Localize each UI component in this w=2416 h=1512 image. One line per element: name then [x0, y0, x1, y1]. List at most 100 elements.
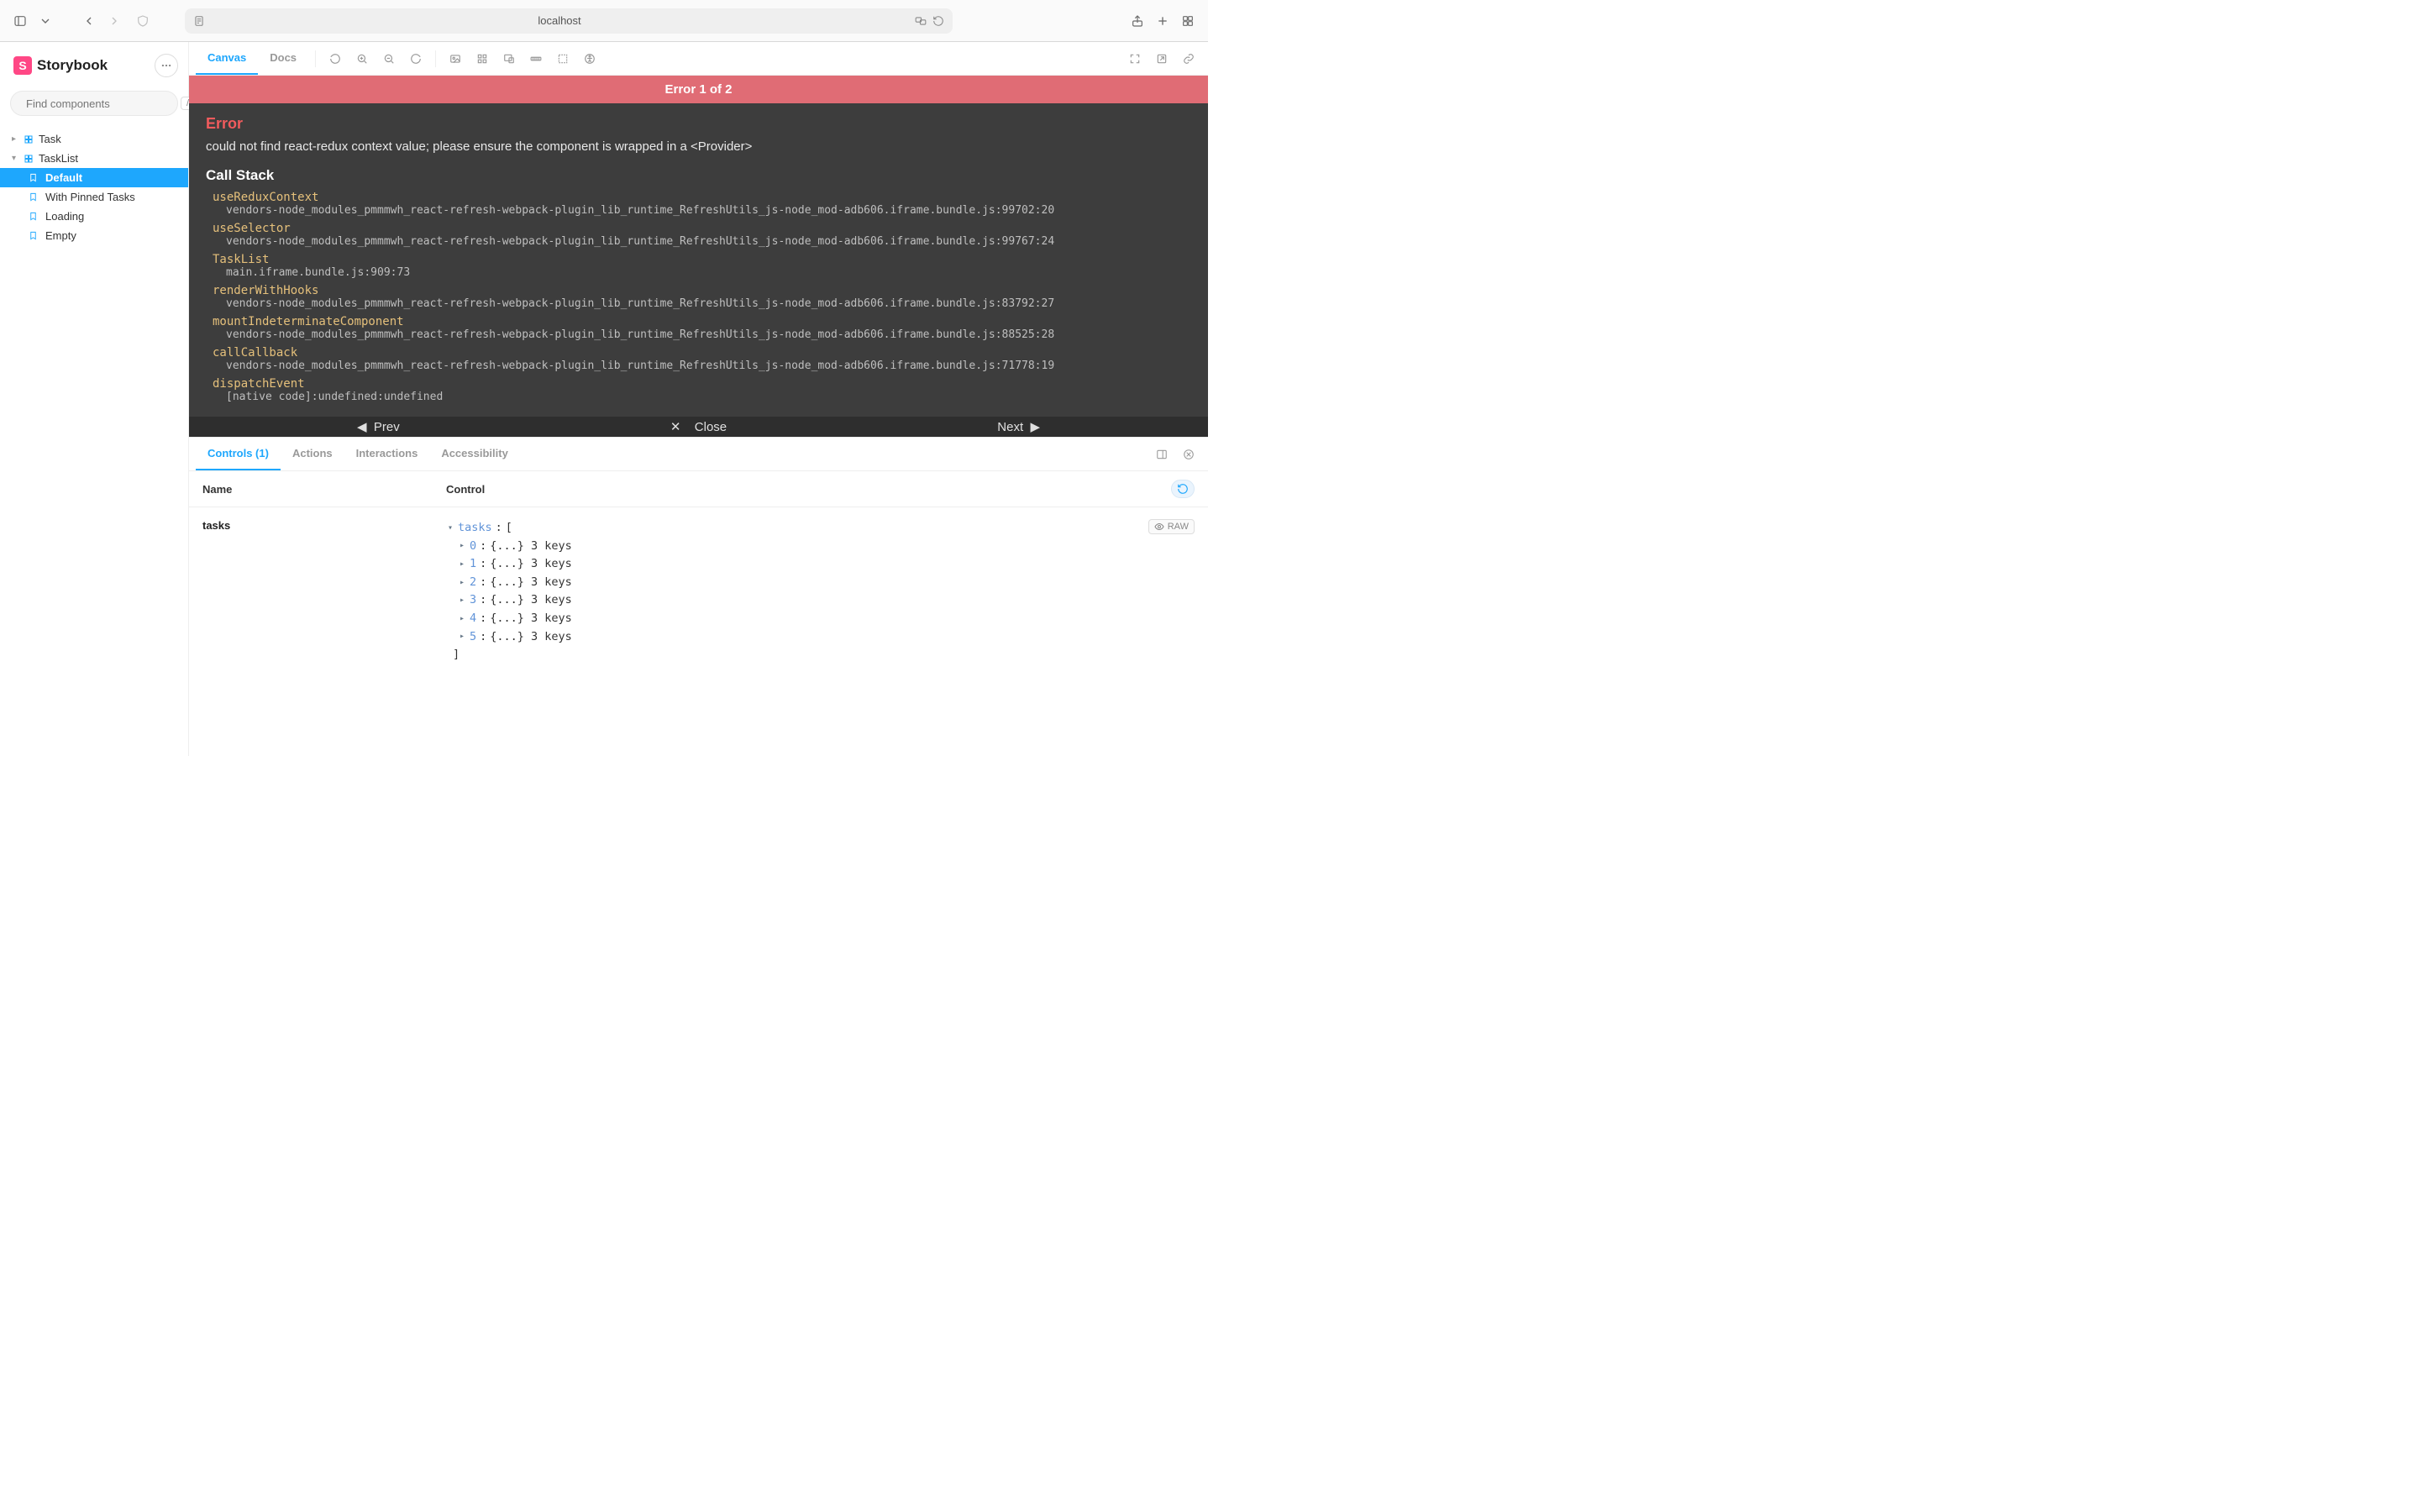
- panel-position-icon[interactable]: [1149, 442, 1174, 467]
- address-url: localhost: [205, 14, 914, 27]
- json-item[interactable]: ▸2 : {...} 3 keys: [446, 574, 1195, 592]
- storybook-logo-badge: S: [13, 56, 32, 75]
- zoom-in-icon[interactable]: [349, 46, 375, 71]
- outline-icon[interactable]: [550, 46, 575, 71]
- nav-forward-button[interactable]: [102, 9, 126, 33]
- zoom-out-icon[interactable]: [376, 46, 402, 71]
- chevron-right-icon: ▸: [12, 134, 18, 144]
- storybook-logo-text: Storybook: [37, 57, 108, 74]
- addons-panel: Controls (1) Actions Interactions Access…: [189, 437, 1208, 756]
- chevron-right-icon: ▸: [458, 576, 466, 590]
- story-label: With Pinned Tasks: [45, 191, 135, 203]
- story-empty[interactable]: Empty: [0, 226, 188, 245]
- sidebar-toggle-icon[interactable]: [8, 9, 32, 33]
- story-default[interactable]: Default: [0, 168, 188, 187]
- search-input[interactable]: [26, 97, 174, 110]
- tabs-overview-icon[interactable]: [1176, 9, 1200, 33]
- callstack-location: main.iframe.bundle.js:909:73: [206, 266, 1191, 279]
- tree-component-tasklist[interactable]: ▾ TaskList: [0, 149, 188, 168]
- sidebar-menu-button[interactable]: [155, 54, 178, 77]
- json-item[interactable]: ▸5 : {...} 3 keys: [446, 628, 1195, 647]
- callstack-title: Call Stack: [206, 167, 1191, 184]
- story-label: Empty: [45, 229, 76, 242]
- json-root[interactable]: ▾ tasks : [: [446, 519, 1195, 538]
- callstack-function: TaskList: [206, 253, 1191, 266]
- canvas-toolbar: Canvas Docs: [189, 42, 1208, 76]
- bookmark-icon: [29, 173, 39, 182]
- chevron-down-icon: ▾: [12, 154, 18, 163]
- new-tab-icon[interactable]: [1151, 9, 1174, 33]
- translate-icon[interactable]: [914, 15, 927, 27]
- callstack-function: useSelector: [206, 222, 1191, 235]
- callstack-function: useReduxContext: [206, 191, 1191, 204]
- error-next-button[interactable]: Next ▶: [997, 419, 1040, 434]
- close-panel-icon[interactable]: [1176, 442, 1201, 467]
- error-prev-button[interactable]: ◀ Prev: [357, 419, 400, 434]
- json-item[interactable]: ▸1 : {...} 3 keys: [446, 555, 1195, 574]
- open-new-tab-icon[interactable]: [1149, 46, 1174, 71]
- accessibility-vision-icon[interactable]: [577, 46, 602, 71]
- json-tree[interactable]: ▾ tasks : [ ▸0 : {...} 3 keys▸1 : {...} …: [446, 519, 1195, 664]
- json-item[interactable]: ▸4 : {...} 3 keys: [446, 610, 1195, 628]
- tree-component-task[interactable]: ▸ Task: [0, 129, 188, 149]
- error-title: Error: [206, 115, 1191, 133]
- grid-icon[interactable]: [470, 46, 495, 71]
- tree-label: Task: [39, 133, 61, 145]
- tab-controls[interactable]: Controls (1): [196, 438, 281, 470]
- error-banner: Error 1 of 2: [189, 76, 1208, 103]
- raw-toggle[interactable]: RAW: [1148, 519, 1195, 534]
- address-bar[interactable]: localhost: [185, 8, 953, 34]
- zoom-reset-icon[interactable]: [403, 46, 428, 71]
- callstack-location: vendors-node_modules_pmmmwh_react-refres…: [206, 328, 1191, 341]
- callstack-location: vendors-node_modules_pmmmwh_react-refres…: [206, 204, 1191, 217]
- tab-canvas[interactable]: Canvas: [196, 42, 258, 75]
- search-input-wrapper[interactable]: /: [10, 91, 178, 116]
- callstack-function: dispatchEvent: [206, 377, 1191, 391]
- copy-link-icon[interactable]: [1176, 46, 1201, 71]
- main-area: Canvas Docs: [189, 42, 1208, 756]
- callstack-function: mountIndeterminateComponent: [206, 315, 1191, 328]
- tab-accessibility[interactable]: Accessibility: [429, 438, 520, 470]
- component-icon: [24, 154, 34, 164]
- control-name: tasks: [202, 519, 446, 664]
- chevron-down-icon[interactable]: [34, 9, 57, 33]
- bookmark-icon: [29, 231, 39, 240]
- fullscreen-icon[interactable]: [1122, 46, 1148, 71]
- callstack-location: vendors-node_modules_pmmmwh_react-refres…: [206, 235, 1191, 248]
- nav-back-button[interactable]: [77, 9, 101, 33]
- callstack-frame: TaskListmain.iframe.bundle.js:909:73: [206, 253, 1191, 279]
- chevron-right-icon: ▸: [458, 558, 466, 571]
- controls-header-control: Control: [446, 483, 485, 496]
- tab-actions[interactable]: Actions: [281, 438, 344, 470]
- story-loading[interactable]: Loading: [0, 207, 188, 226]
- story-with-pinned-tasks[interactable]: With Pinned Tasks: [0, 187, 188, 207]
- background-icon[interactable]: [443, 46, 468, 71]
- callstack-location: vendors-node_modules_pmmmwh_react-refres…: [206, 360, 1191, 372]
- chevron-right-icon: ▸: [458, 612, 466, 626]
- callstack-frame: useSelectorvendors-node_modules_pmmmwh_r…: [206, 222, 1191, 248]
- remount-icon[interactable]: [323, 46, 348, 71]
- json-item[interactable]: ▸3 : {...} 3 keys: [446, 591, 1195, 610]
- storybook-logo: S Storybook: [13, 56, 108, 75]
- error-message: could not find react-redux context value…: [206, 139, 1191, 154]
- measure-icon[interactable]: [523, 46, 549, 71]
- viewport-icon[interactable]: [496, 46, 522, 71]
- callstack-frame: renderWithHooksvendors-node_modules_pmmm…: [206, 284, 1191, 310]
- reset-controls-button[interactable]: [1171, 480, 1195, 498]
- share-icon[interactable]: [1126, 9, 1149, 33]
- tab-interactions[interactable]: Interactions: [344, 438, 430, 470]
- chevron-right-icon: ▸: [458, 539, 466, 553]
- json-item[interactable]: ▸0 : {...} 3 keys: [446, 538, 1195, 556]
- chevron-right-icon: ▸: [458, 594, 466, 607]
- callstack-frame: callCallbackvendors-node_modules_pmmmwh_…: [206, 346, 1191, 372]
- reader-icon: [193, 15, 205, 27]
- chevron-down-icon: ▾: [446, 522, 454, 535]
- reload-icon[interactable]: [932, 15, 944, 27]
- tab-docs[interactable]: Docs: [258, 42, 308, 75]
- callstack-frame: mountIndeterminateComponentvendors-node_…: [206, 315, 1191, 341]
- json-close: ]: [446, 646, 1195, 664]
- error-nav: ◀ Prev ✕ Close Next ▶: [189, 417, 1208, 437]
- error-close-button[interactable]: ✕ Close: [670, 419, 727, 434]
- shield-icon[interactable]: [131, 9, 155, 33]
- bookmark-icon: [29, 192, 39, 202]
